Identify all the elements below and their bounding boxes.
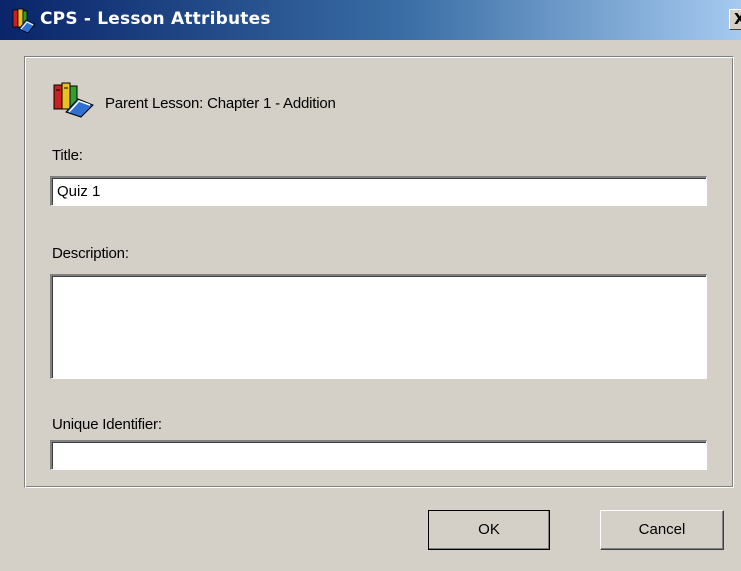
cancel-button[interactable]: Cancel <box>600 510 724 550</box>
identifier-label: Unique Identifier: <box>52 416 162 433</box>
title-input[interactable]: Quiz 1 <box>50 176 707 206</box>
window-title: CPS - Lesson Attributes <box>40 9 271 29</box>
title-label: Title: <box>52 147 83 164</box>
description-label: Description: <box>52 245 129 262</box>
lesson-attributes-dialog: CPS - Lesson Attributes X Parent Lesson:… <box>0 0 741 571</box>
close-button[interactable]: X <box>729 9 741 30</box>
books-icon <box>53 82 94 118</box>
title-bar[interactable]: CPS - Lesson Attributes X <box>0 0 741 40</box>
identifier-input[interactable] <box>50 440 707 470</box>
books-icon <box>12 8 36 33</box>
ok-button[interactable]: OK <box>428 510 550 550</box>
parent-lesson-label: Parent Lesson: Chapter 1 - Addition <box>105 95 336 112</box>
close-icon: X <box>734 10 741 28</box>
description-textarea[interactable] <box>50 274 707 379</box>
